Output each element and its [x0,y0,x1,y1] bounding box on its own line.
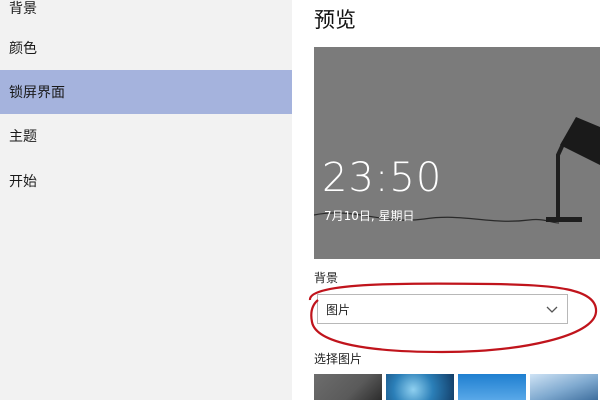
thumbnail-dark-landscape[interactable] [314,374,382,400]
sidebar-item-start[interactable]: 开始 [0,159,292,203]
sidebar-item-label: 锁屏界面 [9,85,65,101]
background-label: 背景 [314,271,339,285]
sidebar-item-label: 颜色 [9,41,37,57]
background-select[interactable]: 图片 [317,294,568,324]
sidebar: 背景 颜色 锁屏界面 主题 开始 [0,0,292,400]
page-title: 预览 [314,8,356,32]
choose-picture-label: 选择图片 [314,352,363,366]
chevron-down-icon [546,306,558,313]
picture-thumbnails [314,374,600,400]
main-content: 预览 23:50 7月10日, 星期日 背景 图片 选择图片 [292,0,600,400]
sidebar-item-label: 背景 [9,1,37,17]
background-select-value: 图片 [326,302,351,317]
preview-date: 7月10日, 星期日 [324,209,415,223]
sidebar-item-label: 主题 [9,129,37,145]
sidebar-item-colors[interactable]: 颜色 [0,26,292,70]
sidebar-item-label: 开始 [9,174,37,190]
sidebar-item-themes[interactable]: 主题 [0,114,292,158]
lamp-illustration [314,117,600,224]
lock-screen-preview: 23:50 7月10日, 星期日 [314,47,600,259]
thumbnail-cloudy-sky[interactable] [530,374,598,400]
thumbnail-blue-ice[interactable] [386,374,454,400]
preview-time: 23:50 [322,155,443,201]
thumbnail-sky-blue[interactable] [458,374,526,400]
sidebar-item-lock-screen[interactable]: 锁屏界面 [0,70,292,114]
